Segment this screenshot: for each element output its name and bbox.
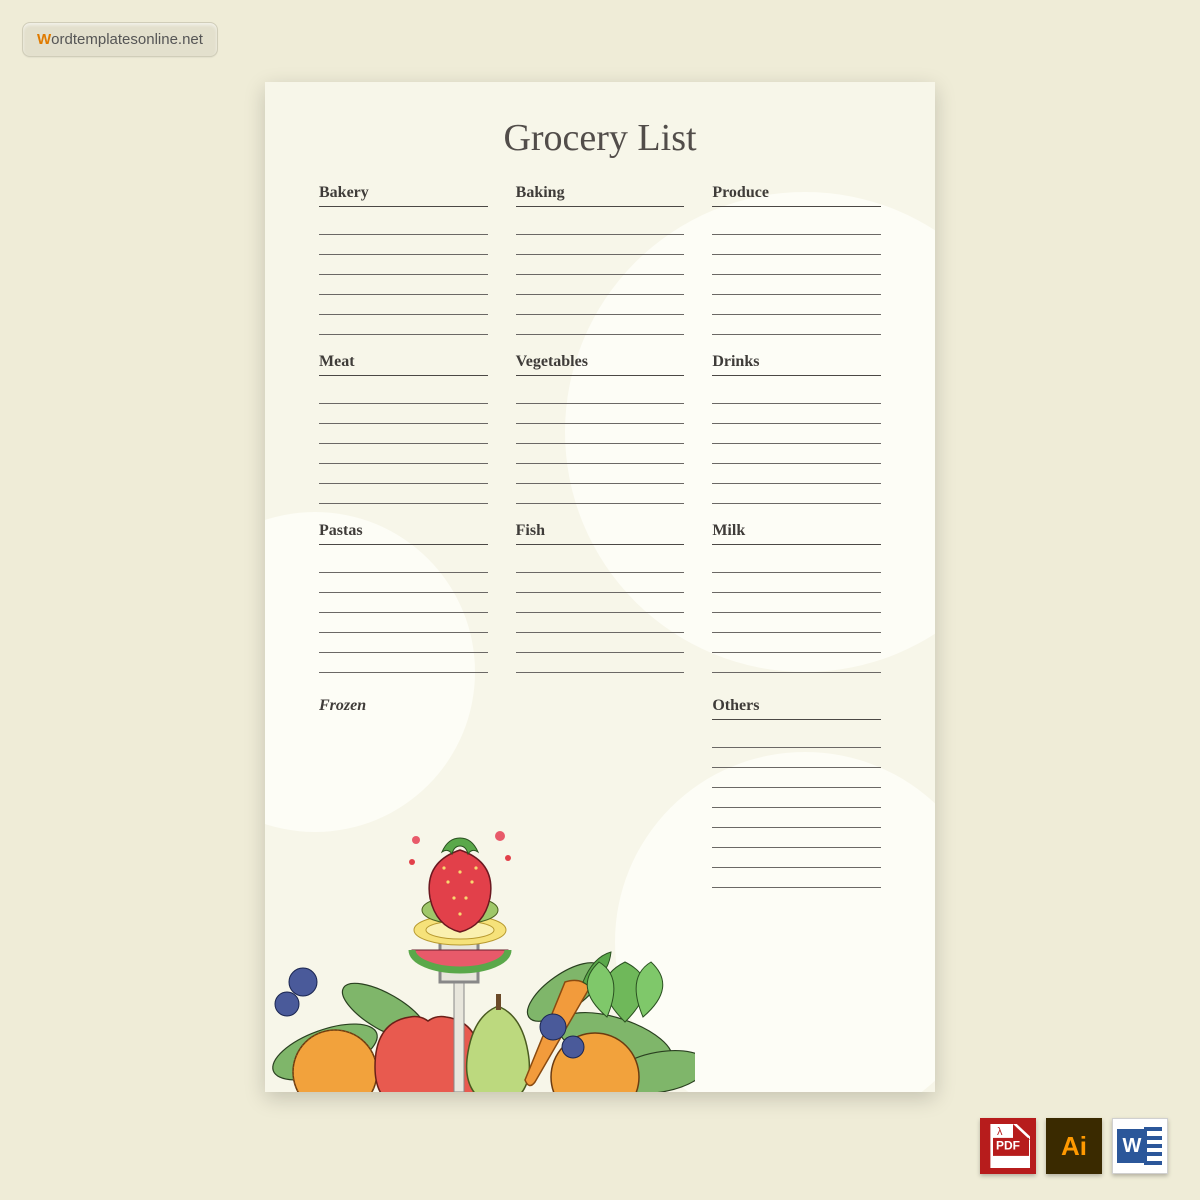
sections-grid: Bakery Baking Produce Meat Vegetables Dr… [319,184,881,888]
watermark-text: ordtemplatesonline.net [51,31,203,48]
section-frozen: Frozen [319,697,488,888]
section-heading: Vegetables [516,353,685,376]
section-drinks: Drinks [712,353,881,504]
section-lines [319,553,488,673]
section-lines [712,384,881,504]
section-lines [712,215,881,335]
section-bakery: Bakery [319,184,488,335]
section-heading: Drinks [712,353,881,376]
pdf-icon: λ PDF [980,1118,1036,1174]
format-badges: λ PDF Ai W [980,1118,1168,1174]
section-heading: Fish [516,522,685,545]
section-milk: Milk [712,522,881,673]
section-pastas: Pastas [319,522,488,673]
section-vegetables: Vegetables [516,353,685,504]
section-lines [712,728,881,888]
section-heading: Meat [319,353,488,376]
section-others: Others [712,697,881,888]
section-lines [319,384,488,504]
section-heading: Milk [712,522,881,545]
section-lines [516,553,685,673]
section-produce: Produce [712,184,881,335]
section-heading: Baking [516,184,685,207]
section-heading: Frozen [319,697,488,719]
illustrator-icon: Ai [1046,1118,1102,1174]
watermark-badge: Wordtemplatesonline.net [22,22,218,57]
section-fish: Fish [516,522,685,673]
word-icon: W [1112,1118,1168,1174]
section-lines [516,384,685,504]
section-lines [712,553,881,673]
watermark-letter: W [37,31,51,48]
section-heading: Produce [712,184,881,207]
section-heading: Pastas [319,522,488,545]
section-lines [516,215,685,335]
section-heading: Others [712,697,881,720]
section-heading: Bakery [319,184,488,207]
section-empty [516,697,685,888]
section-meat: Meat [319,353,488,504]
template-page: Grocery List Bakery Baking Produce Meat … [265,82,935,1092]
section-lines [319,215,488,335]
page-title: Grocery List [319,116,881,160]
section-baking: Baking [516,184,685,335]
